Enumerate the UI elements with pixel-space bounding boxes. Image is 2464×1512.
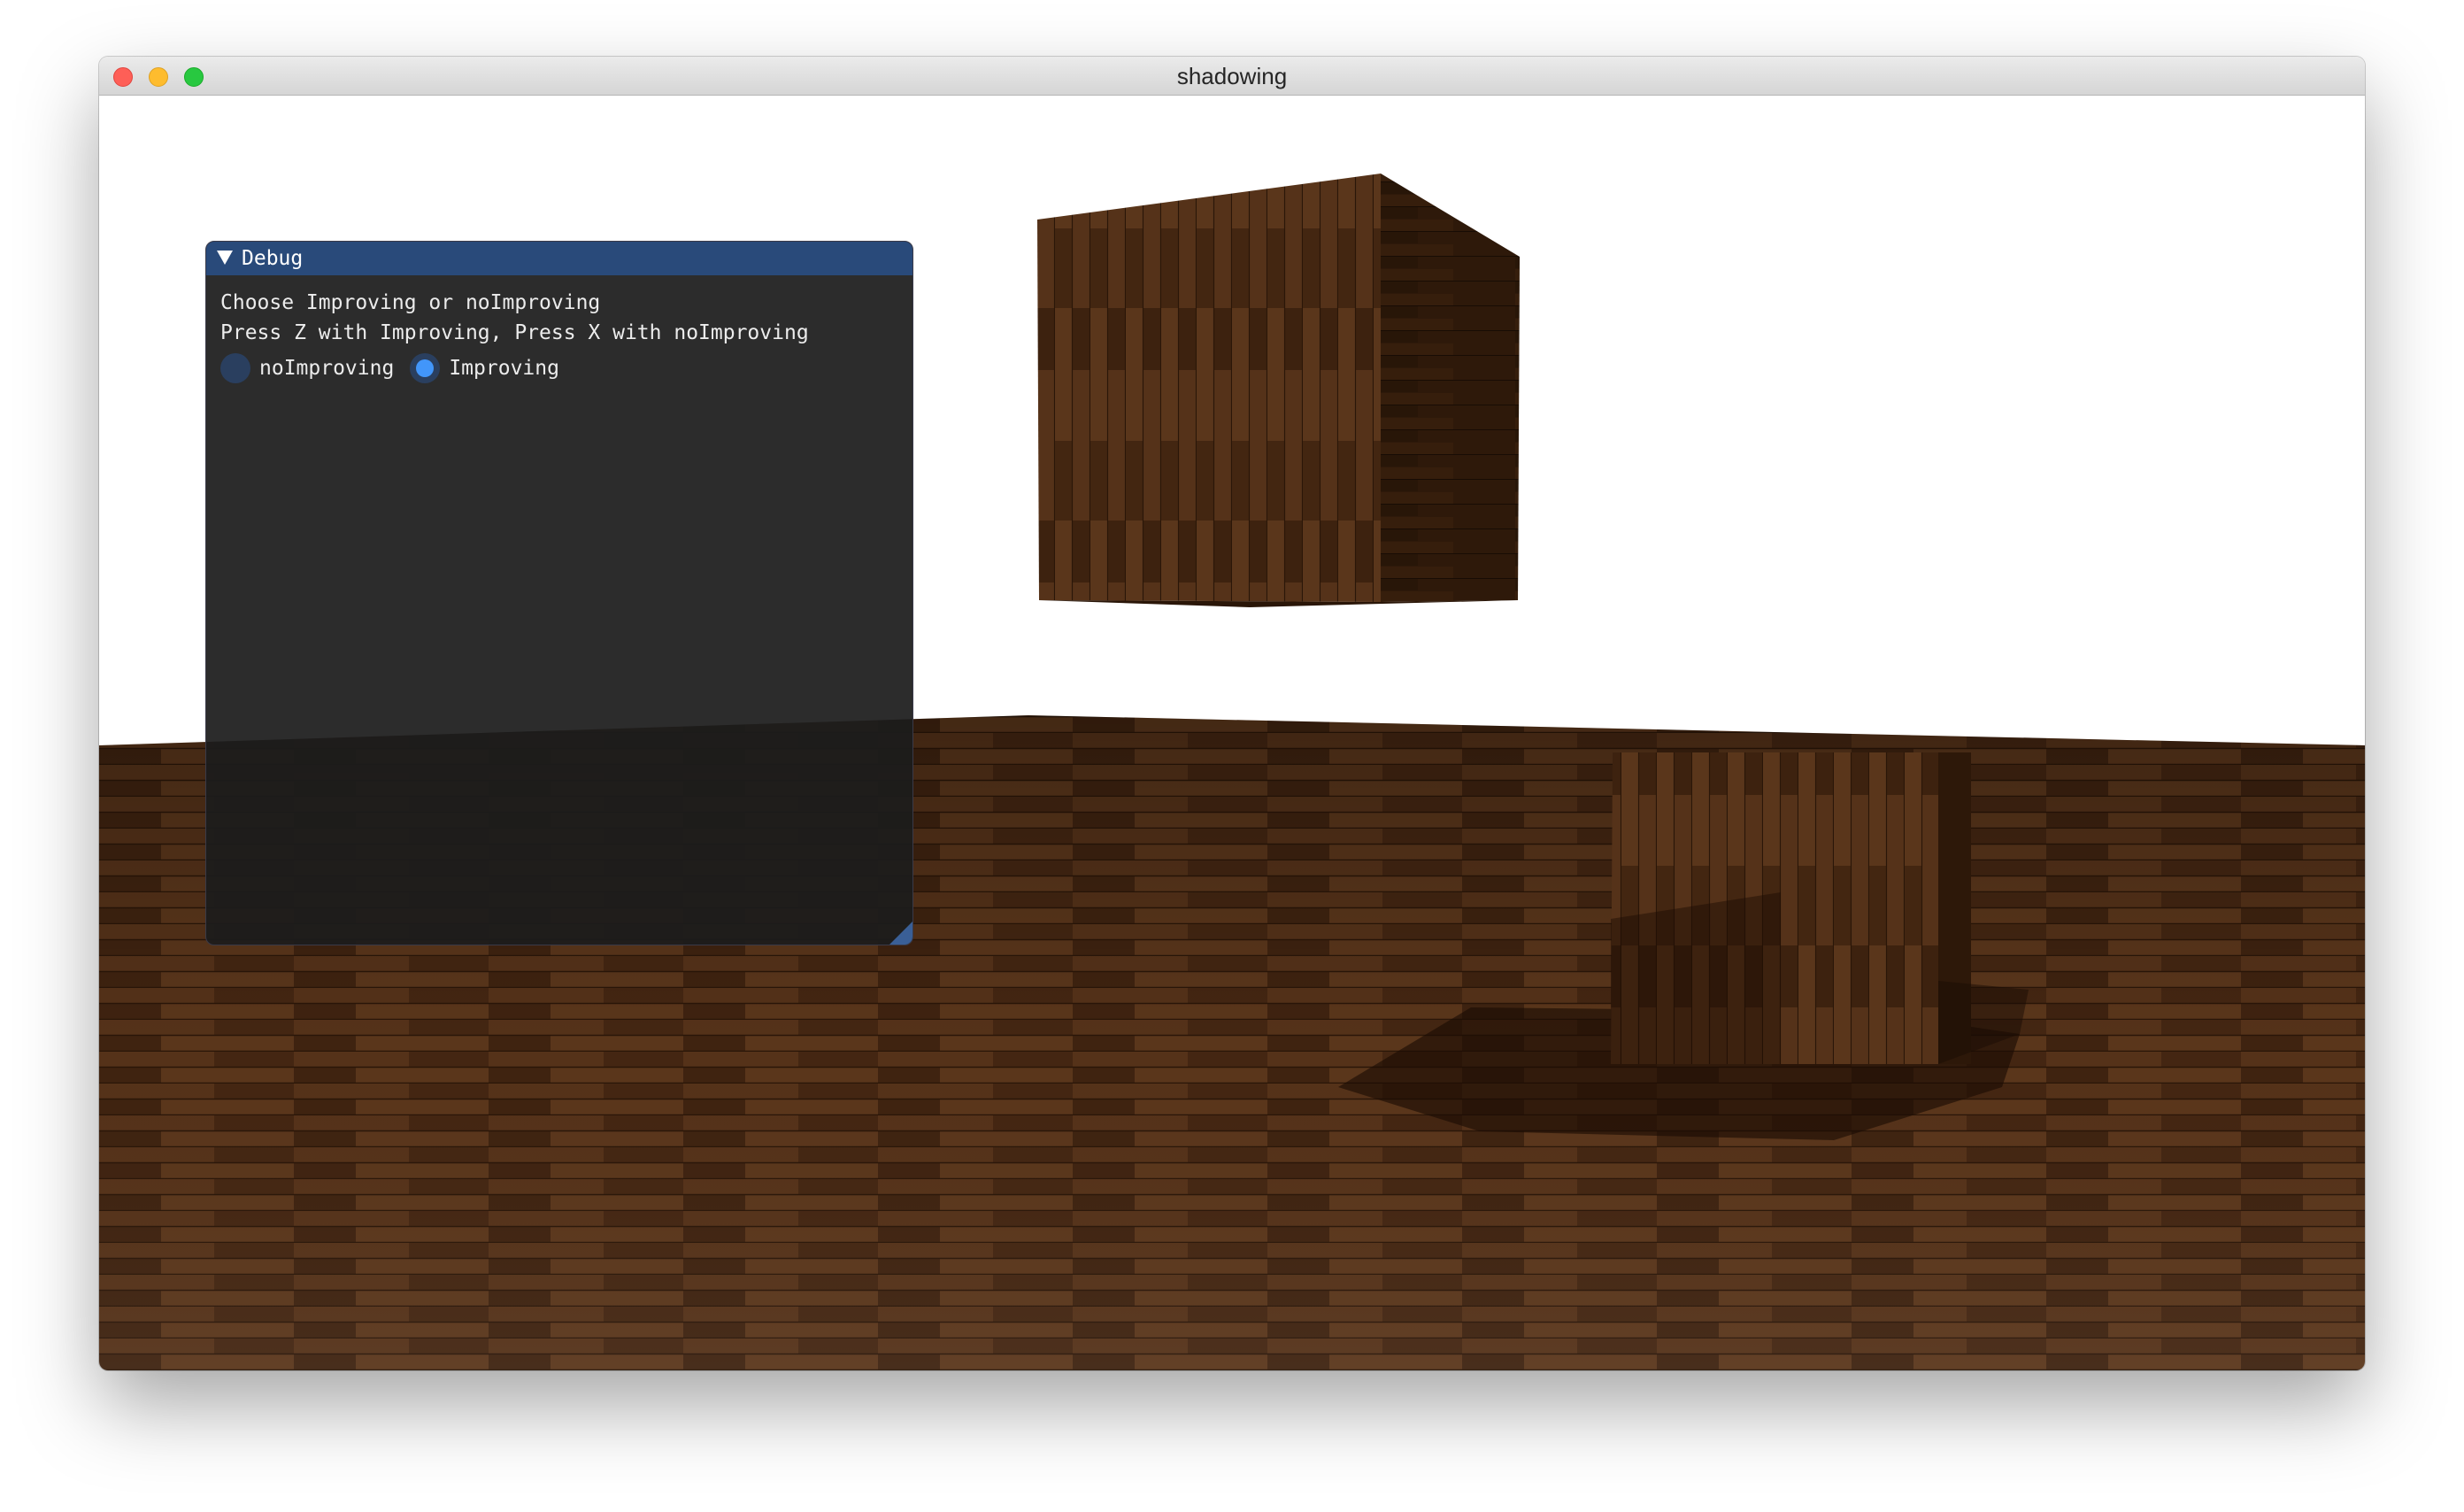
resize-grip-icon[interactable]: [889, 922, 912, 945]
title-bar[interactable]: shadowing: [99, 57, 2365, 96]
radio-noimproving[interactable]: [220, 353, 250, 383]
app-window: shadowing Debug Choose Improving or noIm…: [99, 57, 2365, 1370]
debug-content: Choose Improving or noImproving Press Z …: [220, 288, 902, 385]
radio-improving-label[interactable]: Improving: [449, 351, 559, 385]
instruction-line: Choose Improving or noImproving: [220, 291, 601, 314]
desktop: shadowing Debug Choose Improving or noIm…: [0, 0, 2464, 1512]
mode-radio-group: noImproving Improving: [220, 351, 902, 385]
radio-noimproving-label[interactable]: noImproving: [259, 351, 394, 385]
radio-improving[interactable]: [410, 353, 441, 383]
collapse-arrow-icon[interactable]: [217, 251, 233, 265]
debug-panel[interactable]: Debug Choose Improving or noImproving Pr…: [205, 241, 913, 945]
ground-cube: [1611, 752, 2029, 1064]
3d-viewport[interactable]: Debug Choose Improving or noImproving Pr…: [99, 96, 2365, 1370]
instruction-line: Press Z with Improving, Press X with noI…: [220, 321, 809, 344]
debug-title: Debug: [242, 247, 304, 270]
debug-title-bar[interactable]: Debug: [206, 242, 912, 275]
window-title: shadowing: [1176, 63, 1288, 89]
floating-cube: [1037, 174, 1520, 607]
